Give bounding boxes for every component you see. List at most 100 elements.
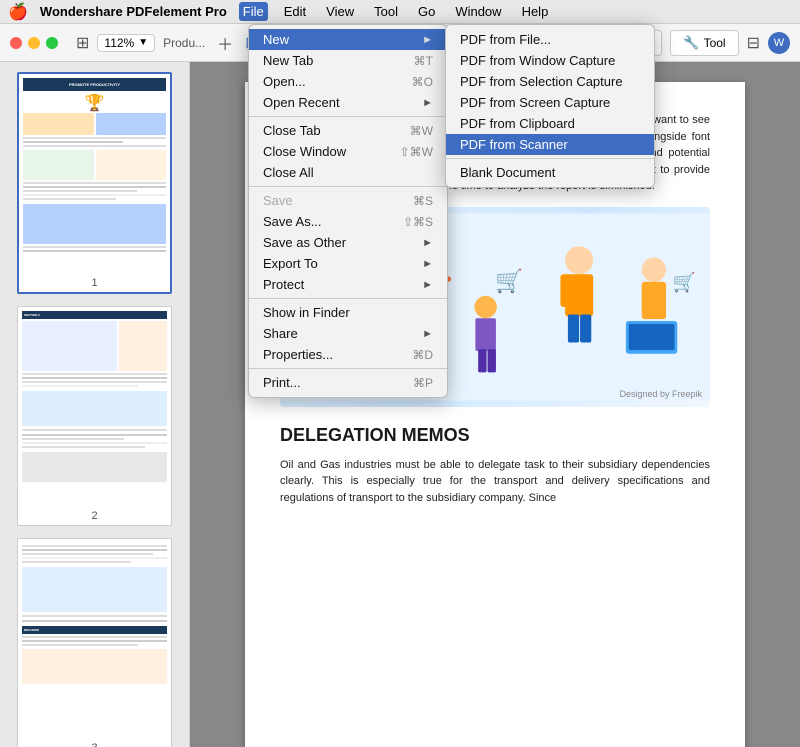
- pdf-from-file-label: PDF from File...: [460, 32, 551, 47]
- menu-close-window-shortcut: ⇧⌘W: [400, 145, 433, 159]
- page-thumb-1[interactable]: PROMOTE PRODUCTIVITY 🏆: [17, 72, 172, 294]
- menu-open-shortcut: ⌘O: [412, 75, 433, 89]
- menu-share-arrow: ►: [422, 328, 433, 340]
- submenu-new[interactable]: PDF from File... PDF from Window Capture…: [445, 24, 655, 188]
- menu-close-window-label: Close Window: [263, 144, 400, 159]
- zoom-level: 112%: [104, 36, 134, 50]
- minimize-button[interactable]: [28, 37, 40, 49]
- page-num-2: 2: [18, 507, 171, 525]
- page-thumb-2[interactable]: SECTION 2: [17, 306, 172, 526]
- sidebar: PROMOTE PRODUCTIVITY 🏆: [0, 62, 190, 747]
- menu-edit[interactable]: Edit: [280, 2, 310, 21]
- menu-save-other-label: Save as Other: [263, 235, 422, 250]
- menu-show-finder[interactable]: Show in Finder: [249, 302, 447, 323]
- pdf-screen-capture-label: PDF from Screen Capture: [460, 95, 610, 110]
- menu-new-arrow: ►: [422, 34, 433, 46]
- menu-share[interactable]: Share ►: [249, 323, 447, 344]
- pdf-clipboard-label: PDF from Clipboard: [460, 116, 575, 131]
- menu-help[interactable]: Help: [518, 2, 553, 21]
- tool-label: Tool: [704, 36, 726, 50]
- submenu-pdf-scanner[interactable]: PDF from Scanner: [446, 134, 654, 155]
- menu-save-as-label: Save As...: [263, 214, 403, 229]
- menubar: 🍎 Wondershare PDFelement Pro File Edit V…: [0, 0, 800, 24]
- menu-open-recent[interactable]: Open Recent ►: [249, 92, 447, 113]
- menu-new-tab-shortcut: ⌘T: [414, 54, 433, 68]
- submenu-blank-document[interactable]: Blank Document: [446, 162, 654, 183]
- menu-save-label: Save: [263, 193, 413, 208]
- page-thumb-3[interactable]: RECORDS 3: [17, 538, 172, 747]
- tool-icon: 🔧: [683, 35, 699, 51]
- menu-close-all[interactable]: Close All: [249, 162, 447, 183]
- avatar: W: [768, 32, 790, 54]
- submenu-pdf-clipboard[interactable]: PDF from Clipboard: [446, 113, 654, 134]
- svg-text:🛒: 🛒: [495, 267, 523, 293]
- menu-sep-4: [249, 368, 447, 369]
- menu-go[interactable]: Go: [414, 2, 439, 21]
- menu-window[interactable]: Window: [451, 2, 505, 21]
- menu-protect-label: Protect: [263, 277, 422, 292]
- menu-export-to-arrow: ►: [422, 258, 433, 270]
- menu-properties-label: Properties...: [263, 347, 412, 362]
- menu-share-label: Share: [263, 326, 422, 341]
- menu-file[interactable]: File: [239, 2, 268, 21]
- menu-sep-3: [249, 298, 447, 299]
- product-label: Produ...: [163, 36, 205, 50]
- menu-save-as-shortcut: ⇧⌘S: [403, 215, 433, 229]
- menu-close-tab[interactable]: Close Tab ⌘W: [249, 120, 447, 141]
- pdf-window-capture-label: PDF from Window Capture: [460, 53, 615, 68]
- menu-close-tab-label: Close Tab: [263, 123, 410, 138]
- menu-save-other-arrow: ►: [422, 237, 433, 249]
- menu-save[interactable]: Save ⌘S: [249, 190, 447, 211]
- add-tab-icon[interactable]: ＋: [217, 31, 233, 55]
- zoom-control[interactable]: 112% ▼: [97, 34, 155, 52]
- sidebar-toggle-icon[interactable]: ⊞: [76, 33, 89, 53]
- svg-text:🛒: 🛒: [673, 271, 696, 293]
- menu-print-shortcut: ⌘P: [413, 376, 433, 390]
- menu-new-tab-label: New Tab: [263, 53, 414, 68]
- image-label: Designed by Freepik: [619, 388, 702, 402]
- menu-save-other[interactable]: Save as Other ►: [249, 232, 447, 253]
- menu-new-tab[interactable]: New Tab ⌘T: [249, 50, 447, 71]
- tool-button[interactable]: 🔧 Tool: [670, 30, 738, 56]
- menu-close-all-label: Close All: [263, 165, 433, 180]
- menu-save-shortcut: ⌘S: [413, 194, 433, 208]
- menu-tool[interactable]: Tool: [370, 2, 402, 21]
- traffic-lights: [10, 37, 58, 49]
- menu-properties[interactable]: Properties... ⌘D: [249, 344, 447, 365]
- zoom-dropdown-icon[interactable]: ▼: [138, 37, 148, 48]
- menu-export-to[interactable]: Export To ►: [249, 253, 447, 274]
- menu-new-label: New: [263, 32, 422, 47]
- submenu-pdf-from-file[interactable]: PDF from File...: [446, 29, 654, 50]
- menu-protect[interactable]: Protect ►: [249, 274, 447, 295]
- delegation-heading: DELEGATION MEMOS: [280, 422, 710, 449]
- menu-sep-1: [249, 116, 447, 117]
- pdf-scanner-label: PDF from Scanner: [460, 137, 568, 152]
- maximize-button[interactable]: [46, 37, 58, 49]
- page-num-3: 3: [18, 739, 171, 747]
- file-menu[interactable]: New ► New Tab ⌘T Open... ⌘O Open Recent …: [248, 24, 448, 398]
- submenu-sep: [446, 158, 654, 159]
- submenu-pdf-window-capture[interactable]: PDF from Window Capture: [446, 50, 654, 71]
- close-button[interactable]: [10, 37, 22, 49]
- menu-print-label: Print...: [263, 375, 413, 390]
- blank-document-label: Blank Document: [460, 165, 555, 180]
- menu-new[interactable]: New ►: [249, 29, 447, 50]
- menu-open-recent-arrow: ►: [422, 97, 433, 109]
- menu-view[interactable]: View: [322, 2, 358, 21]
- menu-print[interactable]: Print... ⌘P: [249, 372, 447, 393]
- menu-open-label: Open...: [263, 74, 412, 89]
- apple-menu[interactable]: 🍎: [8, 2, 28, 22]
- page-num-1: 1: [19, 274, 170, 292]
- menu-sep-2: [249, 186, 447, 187]
- menu-open[interactable]: Open... ⌘O: [249, 71, 447, 92]
- submenu-pdf-screen-capture[interactable]: PDF from Screen Capture: [446, 92, 654, 113]
- panel-toggle-icon[interactable]: ⊟: [747, 33, 760, 53]
- menu-close-tab-shortcut: ⌘W: [410, 124, 433, 138]
- menu-show-finder-label: Show in Finder: [263, 305, 433, 320]
- submenu-pdf-selection-capture[interactable]: PDF from Selection Capture: [446, 71, 654, 92]
- menu-properties-shortcut: ⌘D: [412, 348, 433, 362]
- menu-save-as[interactable]: Save As... ⇧⌘S: [249, 211, 447, 232]
- pdf-selection-capture-label: PDF from Selection Capture: [460, 74, 623, 89]
- menu-open-recent-label: Open Recent: [263, 95, 422, 110]
- menu-close-window[interactable]: Close Window ⇧⌘W: [249, 141, 447, 162]
